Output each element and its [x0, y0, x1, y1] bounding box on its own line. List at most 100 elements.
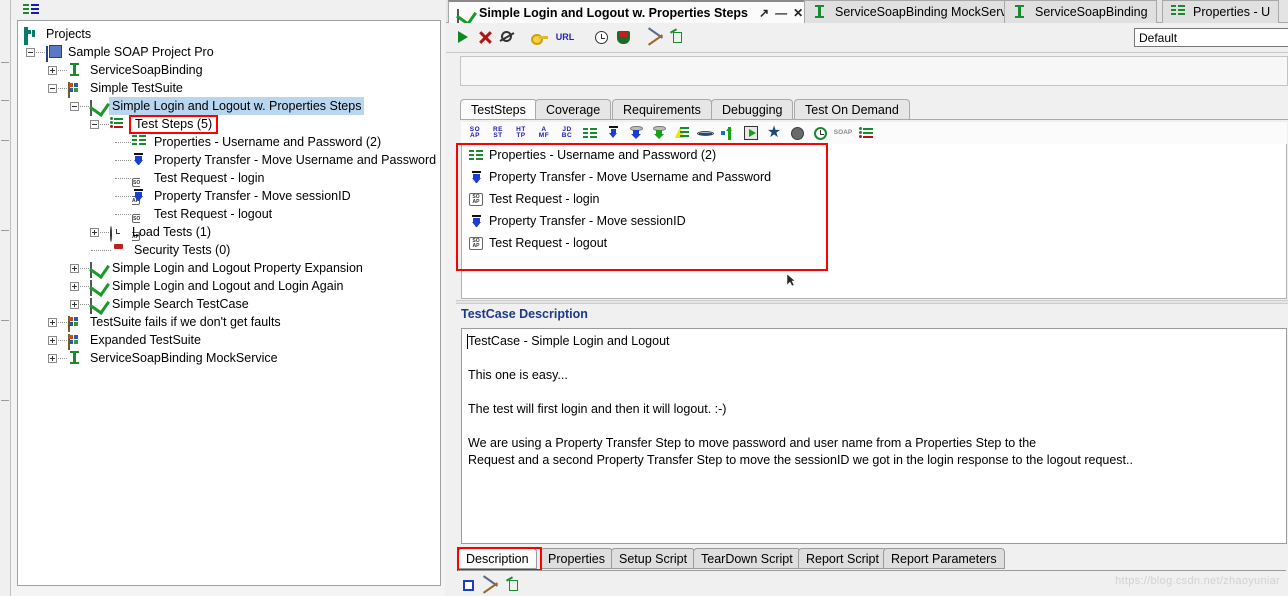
clipboard-icon[interactable] — [505, 576, 520, 592]
add-run-testcase-step[interactable] — [741, 124, 761, 142]
add-goto-step[interactable] — [718, 124, 738, 142]
add-datasink-step[interactable] — [649, 124, 669, 142]
testcase-options-button[interactable] — [590, 26, 612, 48]
expand-toggle[interactable] — [70, 299, 79, 309]
add-assertion-step[interactable]: ★ — [764, 124, 784, 142]
collapse-toggle[interactable] — [26, 47, 35, 57]
collapse-toggle[interactable] — [48, 83, 57, 93]
tab-setup-script[interactable]: Setup Script — [611, 548, 696, 569]
expand-toggle[interactable] — [48, 317, 57, 327]
collapse-toggle[interactable] — [70, 101, 79, 111]
tree-node-property-transfer-move-sessionid[interactable]: Property Transfer - Move sessionID — [18, 187, 440, 205]
tree-node-simple-search-testcase[interactable]: Simple Search TestCase — [18, 295, 440, 314]
url-button[interactable]: URL — [550, 26, 580, 48]
security-button[interactable] — [612, 26, 634, 48]
description-line: This one is easy... — [468, 368, 568, 382]
add-jdbc-request-step[interactable]: JD BC — [557, 124, 577, 142]
add-properties-step[interactable] — [580, 124, 600, 142]
collapse-toggle[interactable] — [90, 119, 99, 129]
add-property-transfer-step[interactable] — [603, 124, 623, 142]
properties-icon — [583, 127, 597, 139]
horizontal-splitter[interactable] — [456, 300, 1288, 304]
tree-node-simple-testsuite[interactable]: Simple TestSuite — [18, 79, 440, 98]
tab-properties[interactable]: Properties — [540, 548, 613, 569]
window-tab-testcase[interactable]: Simple Login and Logout w. Properties St… — [448, 0, 813, 25]
tab-teststeps[interactable]: TestSteps — [460, 99, 537, 120]
testcase-description-header: TestCase Description — [461, 307, 588, 321]
tree-connector — [115, 195, 131, 197]
tree-node-load-tests[interactable]: Load Tests (1) — [18, 223, 440, 242]
strip-grip — [1, 320, 9, 322]
step-list-icon-button[interactable] — [856, 124, 876, 142]
expand-toggle[interactable] — [70, 281, 79, 291]
tree-node-servicesoapbinding[interactable]: ServiceSoapBinding — [18, 61, 440, 79]
key-icon — [530, 33, 548, 45]
add-datasource-step[interactable] — [626, 124, 646, 142]
window-tab-servicesoapbinding[interactable]: ServiceSoapBinding — [1004, 0, 1157, 23]
tab-test-on-demand[interactable]: Test On Demand — [794, 99, 910, 120]
mock-response-icon — [790, 126, 804, 140]
tree-node-test-request-login[interactable]: SO AP Test Request - login — [18, 169, 440, 205]
window-tab-properties[interactable]: Properties - U — [1162, 0, 1280, 23]
tree-node-testsuite-fails-if-we-dont-get-faults[interactable]: TestSuite fails if we don't get faults — [18, 313, 440, 332]
run-button[interactable] — [452, 26, 474, 48]
property-transfer-icon — [132, 153, 147, 167]
loop-button[interactable] — [496, 26, 518, 48]
tree-node-servicesoapbinding-mockservice[interactable]: ServiceSoapBinding MockService — [18, 349, 440, 367]
tree-node-simple-login-and-logout-w-properties-steps[interactable]: Simple Login and Logout w. Properties St… — [18, 97, 440, 116]
soap-gray-icon: SOAP — [833, 128, 853, 136]
square-icon[interactable] — [463, 579, 474, 591]
tree-node-simple-login-and-logout-and-login-again[interactable]: Simple Login and Logout and Login Again — [18, 277, 440, 296]
wait-clock-icon — [813, 126, 827, 140]
maximize-icon[interactable]: ↗ — [759, 2, 769, 24]
tree-node-projects[interactable]: Projects — [18, 25, 440, 45]
tree-node-test-steps[interactable]: Test Steps (5) — [18, 114, 440, 134]
tab-coverage[interactable]: Coverage — [535, 99, 612, 120]
properties-list-icon[interactable] — [23, 4, 39, 16]
tree-node-properties-username-and-password[interactable]: Properties - Username and Password (2) — [18, 133, 440, 151]
add-delay-step[interactable] — [695, 124, 715, 142]
tree-node-security-tests[interactable]: Security Tests (0) — [18, 241, 440, 259]
expand-toggle[interactable] — [48, 353, 57, 363]
tab-report-parameters[interactable]: Report Parameters — [883, 548, 1005, 569]
tree-node-label: Simple Login and Logout Property Expansi… — [112, 261, 363, 275]
left-collapsed-panel-strip[interactable] — [0, 0, 11, 596]
expand-toggle[interactable] — [48, 65, 57, 75]
add-mock-response-step[interactable] — [787, 124, 807, 142]
tab-debugging[interactable]: Debugging — [711, 99, 794, 120]
window-tab-label: Simple Login and Logout w. Properties St… — [479, 5, 749, 20]
add-rest-request-step[interactable]: RE ST — [488, 124, 508, 142]
teststeps-highlight-box — [456, 143, 828, 271]
tree-node-test-request-logout[interactable]: SO AP Test Request - logout — [18, 205, 440, 241]
add-groovy-script-step[interactable] — [672, 124, 692, 142]
tree-node-property-transfer-move-username-and-password[interactable]: Property Transfer - Move Username and Pa… — [18, 151, 440, 169]
expand-toggle[interactable] — [90, 227, 99, 237]
tree-node-simple-login-and-logout-property-expansion[interactable]: Simple Login and Logout Property Expansi… — [18, 259, 440, 278]
window-tab-mockservice[interactable]: ServiceSoapBinding MockService — [804, 0, 1032, 23]
tab-teardown-script[interactable]: TearDown Script — [693, 548, 801, 569]
clipboard-button[interactable] — [666, 26, 688, 48]
options-button[interactable] — [528, 26, 550, 48]
cancel-button[interactable] — [474, 26, 496, 48]
tab-requirements[interactable]: Requirements — [612, 99, 712, 120]
tools-icon[interactable] — [482, 578, 498, 593]
close-icon[interactable]: ✕ — [793, 2, 803, 24]
add-manual-step[interactable]: SOAP — [833, 124, 853, 142]
project-tree[interactable]: Projects Sample SOAP Project Pro Service… — [17, 20, 441, 586]
tools-button[interactable] — [644, 26, 666, 48]
add-amf-request-step[interactable]: A MF — [534, 124, 554, 142]
tree-connector — [58, 321, 67, 323]
description-textarea[interactable]: TestCase - Simple Login and Logout This … — [461, 328, 1287, 544]
tree-node-expanded-testsuite[interactable]: Expanded TestSuite — [18, 331, 440, 350]
expand-toggle[interactable] — [48, 335, 57, 345]
run-testcase-icon — [744, 126, 758, 140]
expand-toggle[interactable] — [70, 263, 79, 273]
environment-select[interactable]: Default — [1134, 28, 1288, 47]
testcase-icon — [457, 6, 472, 25]
minimize-icon[interactable]: — — [775, 2, 787, 24]
add-http-request-step[interactable]: HT TP — [511, 124, 531, 142]
add-soap-request-step[interactable]: SO AP — [465, 124, 485, 142]
add-wait-step[interactable] — [810, 124, 830, 142]
tree-node-sample-soap-project-pro[interactable]: Sample SOAP Project Pro — [18, 43, 440, 62]
tab-report-script[interactable]: Report Script — [798, 548, 887, 569]
